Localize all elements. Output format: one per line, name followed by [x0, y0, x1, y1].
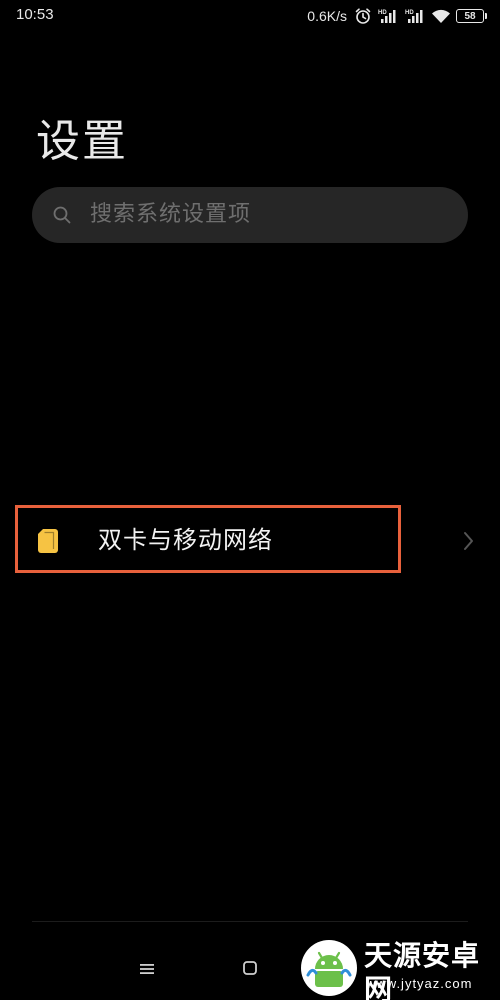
settings-item-label: 双卡与移动网络 [98, 526, 273, 554]
watermark: 天源安卓网 www.jytyaz.com [300, 935, 500, 1000]
wifi-icon [431, 6, 451, 26]
svg-text:HD: HD [378, 10, 387, 16]
battery-icon: 58 [456, 9, 487, 23]
sim-card-icon [36, 527, 60, 555]
network-speed: 0.6K/s [307, 8, 347, 24]
chevron-right-icon [460, 530, 476, 552]
menu-icon [139, 961, 155, 980]
status-indicators: 0.6K/s HD HD 58 [307, 4, 487, 28]
search-input[interactable]: 搜索系统设置项 [32, 187, 468, 243]
watermark-url: www.jytyaz.com [366, 976, 473, 991]
status-bar: 10:53 0.6K/s HD HD 58 [0, 0, 500, 34]
home-icon [242, 960, 258, 980]
svg-text:HD: HD [405, 10, 414, 16]
nav-divider [32, 921, 468, 922]
search-icon [52, 205, 72, 225]
hd-signal-icon: HD [404, 6, 426, 26]
search-placeholder: 搜索系统设置项 [90, 202, 252, 227]
alarm-icon [354, 6, 372, 26]
menu-button[interactable] [132, 955, 162, 985]
status-time: 10:53 [16, 6, 54, 23]
hd-signal-icon: HD [377, 6, 399, 26]
settings-item-sim-mobile-network[interactable]: 双卡与移动网络 [0, 505, 500, 577]
home-button[interactable] [235, 955, 265, 985]
android-logo-icon [300, 939, 358, 997]
page-title: 设置 [36, 116, 128, 167]
